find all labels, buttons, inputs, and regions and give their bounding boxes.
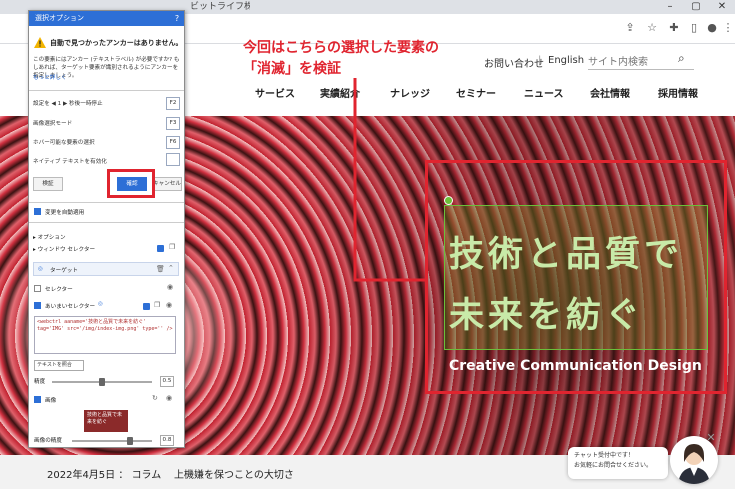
selector-edit-icon[interactable]: [157, 245, 164, 252]
selector-label: セレクター: [45, 287, 73, 293]
accuracy-value[interactable]: 0.5: [160, 376, 174, 387]
native-text-toggle[interactable]: [166, 153, 180, 166]
selector-checkbox[interactable]: [34, 285, 41, 292]
warning-title: 自動で見つかったアンカーはありません。: [50, 39, 183, 47]
learn-more-link[interactable]: もっと詳しく: [33, 73, 67, 81]
target-label: ターゲット: [50, 268, 78, 274]
divider: [29, 202, 184, 203]
image-mode-hotkey[interactable]: F3: [166, 117, 180, 130]
delete-icon[interactable]: 🗑: [156, 265, 165, 273]
visibility-icon[interactable]: ◉: [167, 283, 173, 291]
dialog-title: 選択オプション: [29, 11, 184, 26]
news-date: 2022年4月5日: [47, 470, 116, 481]
divider: [29, 222, 184, 223]
options-expander[interactable]: ▸ オプション: [33, 233, 66, 241]
image-accuracy-value[interactable]: 0.8: [160, 435, 174, 446]
auto-apply-checkbox[interactable]: [34, 208, 41, 215]
collapse-icon[interactable]: ⌃: [168, 264, 174, 272]
help-icon[interactable]: ?: [170, 11, 184, 26]
confirm-highlight-frame: [107, 169, 155, 198]
refresh-icon[interactable]: ↻: [152, 394, 158, 402]
fuzzy-edit-icon[interactable]: [143, 303, 150, 310]
image-visibility-icon[interactable]: ◉: [166, 394, 172, 402]
chat-line-1: チャット受付中です！: [574, 452, 634, 459]
target-icon: ◎: [38, 266, 43, 272]
news-item[interactable]: 2022年4月5日 ： コラム 上機嫌を保つことの大切さ: [47, 466, 294, 481]
image-thumbnail: 技術と品質で未来を紡ぐ: [84, 410, 128, 432]
news-category: コラム: [131, 470, 162, 481]
fuzzy-visibility-icon[interactable]: ◉: [166, 301, 172, 309]
chat-line-2: お気軽にお問合せください。: [574, 462, 653, 469]
text-match-select[interactable]: テキストを照合: [34, 360, 84, 371]
fuzzy-selector-label: あいまいセレクター: [45, 304, 96, 310]
hover-select-option[interactable]: ホバー可能な要素の選択: [33, 138, 143, 146]
image-label: 画像: [45, 398, 57, 404]
pause-option[interactable]: 設定を ◀ 1 ▶ 秒後一時停止: [33, 99, 143, 107]
warning-icon: [34, 37, 46, 48]
auto-apply-label: 変更を自動適用: [45, 210, 85, 216]
pause-hotkey[interactable]: F2: [166, 97, 180, 110]
fuzzy-selector-editor[interactable]: <webctrl aaname='技術と品質で未来を紡ぐ' tag='IMG' …: [34, 316, 176, 354]
accuracy-slider-thumb[interactable]: [99, 378, 105, 386]
fuzzy-copy-icon[interactable]: ❐: [154, 301, 160, 309]
copy-icon[interactable]: ❐: [169, 243, 175, 251]
news-title[interactable]: 上機嫌を保つことの大切さ: [174, 470, 294, 481]
chat-close-icon[interactable]: ✕: [705, 432, 717, 444]
image-accuracy-slider-thumb[interactable]: [127, 437, 133, 445]
accuracy-label: 精度: [34, 379, 46, 385]
native-text-option[interactable]: ネイティブ テキストを有効化: [33, 157, 143, 165]
image-accuracy-slider[interactable]: [72, 440, 152, 442]
fuzzy-selector-checkbox[interactable]: [34, 302, 41, 309]
verify-button[interactable]: 検証: [33, 177, 63, 191]
chat-bubble[interactable]: チャット受付中です！ お気軽にお問合せください。: [568, 447, 668, 479]
window-selector-expander[interactable]: ▸ ウィンドウ セレクター: [33, 245, 95, 253]
hover-select-hotkey[interactable]: F6: [166, 136, 180, 149]
news-sep: ：: [118, 470, 129, 481]
cancel-button[interactable]: キャンセル: [152, 177, 182, 191]
fuzzy-info-icon[interactable]: ◎: [98, 301, 103, 307]
divider: [29, 90, 184, 91]
image-mode-option[interactable]: 画像選択モード: [33, 119, 143, 127]
image-checkbox[interactable]: [34, 396, 41, 403]
image-accuracy-label: 画像の精度: [34, 438, 62, 444]
